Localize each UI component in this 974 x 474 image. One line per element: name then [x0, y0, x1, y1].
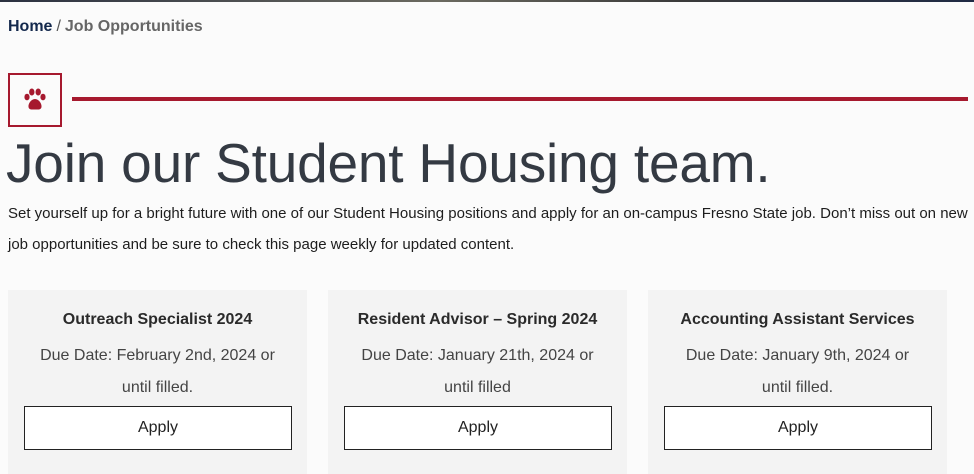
job-title: Outreach Specialist 2024 — [62, 311, 253, 328]
paw-icon — [24, 88, 46, 110]
job-card: Outreach Specialist 2024 Due Date: Febru… — [8, 290, 307, 474]
page-title: Join our Student Housing team. — [6, 132, 771, 194]
breadcrumb: Home / Job Opportunities — [8, 17, 203, 37]
job-title: Accounting Assistant Services — [680, 311, 915, 328]
intro-text: Set yourself up for a bright future with… — [8, 205, 968, 253]
top-banner-strip — [0, 0, 974, 2]
job-due-date: Due Date: January 9th, 2024 or until fil… — [685, 347, 910, 396]
breadcrumb-separator: / — [56, 18, 61, 35]
apply-button[interactable]: Apply — [664, 406, 932, 450]
apply-button[interactable]: Apply — [344, 406, 612, 450]
apply-button[interactable]: Apply — [24, 406, 292, 450]
header-divider — [72, 97, 968, 101]
breadcrumb-current: Job Opportunities — [64, 18, 203, 35]
job-card: Accounting Assistant Services Due Date: … — [648, 290, 947, 474]
breadcrumb-home-link[interactable]: Home — [8, 18, 52, 35]
job-card: Resident Advisor – Spring 2024 Due Date:… — [328, 290, 627, 474]
job-due-date: Due Date: February 2nd, 2024 or until fi… — [40, 347, 275, 396]
job-due-date: Due Date: January 21th, 2024 or until fi… — [361, 347, 594, 396]
paw-badge — [8, 73, 62, 127]
job-title: Resident Advisor – Spring 2024 — [357, 311, 598, 328]
